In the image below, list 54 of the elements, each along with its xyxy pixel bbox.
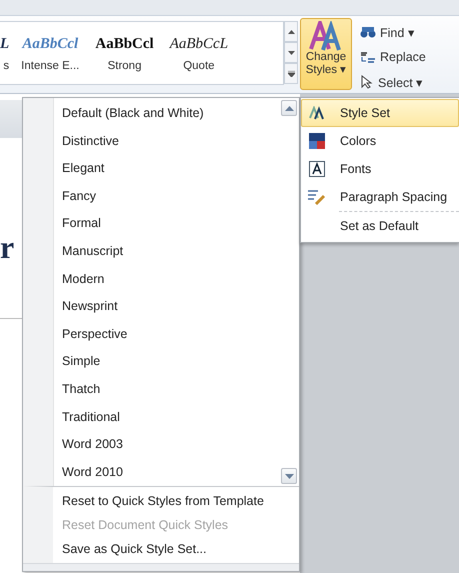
style-label: Intense E... xyxy=(21,60,80,72)
style-label: Strong xyxy=(108,60,142,72)
menu-item[interactable]: Save as Quick Style Set... xyxy=(53,537,299,562)
style-label: s xyxy=(3,60,10,72)
menu-item[interactable]: Default (Black and White) xyxy=(53,100,281,128)
up-arrow-icon xyxy=(288,30,294,34)
menu-item[interactable]: Paragraph Spacing xyxy=(301,183,459,211)
menu-item[interactable]: Formal xyxy=(53,210,281,238)
styles-icon xyxy=(309,106,325,120)
menu-item[interactable]: Newsprint xyxy=(53,293,281,321)
menu-item[interactable]: Colors xyxy=(301,127,459,155)
scroll-down-button[interactable] xyxy=(281,468,297,484)
paragraph-brush-icon xyxy=(308,189,326,205)
more-arrow-icon xyxy=(288,70,294,76)
more-button[interactable] xyxy=(284,63,298,84)
replace-button[interactable]: Replace xyxy=(358,46,428,68)
style-preview[interactable]: AaBbCcl xyxy=(95,32,154,56)
resize-grip[interactable] xyxy=(23,563,299,572)
replace-icon xyxy=(360,50,376,64)
change-styles-button[interactable]: Change Styles ▾ xyxy=(300,18,352,90)
scroll-down-button[interactable] xyxy=(284,42,298,63)
find-button[interactable]: Find ▾ xyxy=(358,21,428,43)
menu-item[interactable]: Reset to Quick Styles from Template xyxy=(53,489,299,514)
style-label: Quote xyxy=(183,60,215,72)
menu-item[interactable]: Perspective xyxy=(53,320,281,348)
select-button[interactable]: Select ▾ xyxy=(358,71,428,93)
style-preview[interactable]: L xyxy=(0,32,10,56)
style-preview[interactable]: AaBbCcl xyxy=(22,32,78,56)
binoculars-icon xyxy=(360,26,376,38)
menu-item[interactable]: Traditional xyxy=(53,404,281,432)
menu-item[interactable]: Distinctive xyxy=(53,128,281,156)
menu-item: Reset Document Quick Styles xyxy=(61,517,230,534)
font-letter-icon xyxy=(309,161,325,177)
heading-text: r xyxy=(0,229,14,265)
menu-item[interactable]: Simple xyxy=(53,348,281,376)
menu-item[interactable]: Set as Default xyxy=(301,212,459,240)
style-preview[interactable]: AaBbCcL xyxy=(170,32,228,56)
scroll-up-button[interactable] xyxy=(284,21,298,42)
menu-item[interactable]: Word 2010 xyxy=(53,458,281,486)
menu-item[interactable]: Fancy xyxy=(53,182,281,210)
menu-item[interactable]: Thatch xyxy=(53,376,281,404)
scroll-up-button[interactable] xyxy=(281,100,297,116)
down-arrow-icon xyxy=(288,50,294,54)
cursor-icon xyxy=(360,75,374,89)
menu-item[interactable]: Word 2003 xyxy=(53,431,281,459)
menu-item[interactable]: Fonts xyxy=(301,155,459,183)
menu-item[interactable]: Style Set xyxy=(301,99,459,127)
menu-item[interactable]: Manuscript xyxy=(53,238,281,266)
color-squares-icon xyxy=(309,133,325,149)
menu-item[interactable]: Elegant xyxy=(53,155,281,183)
up-arrow-icon xyxy=(284,106,294,110)
styles-icon xyxy=(309,21,343,51)
menu-item[interactable]: Modern xyxy=(53,266,281,294)
down-arrow-icon xyxy=(284,474,294,479)
